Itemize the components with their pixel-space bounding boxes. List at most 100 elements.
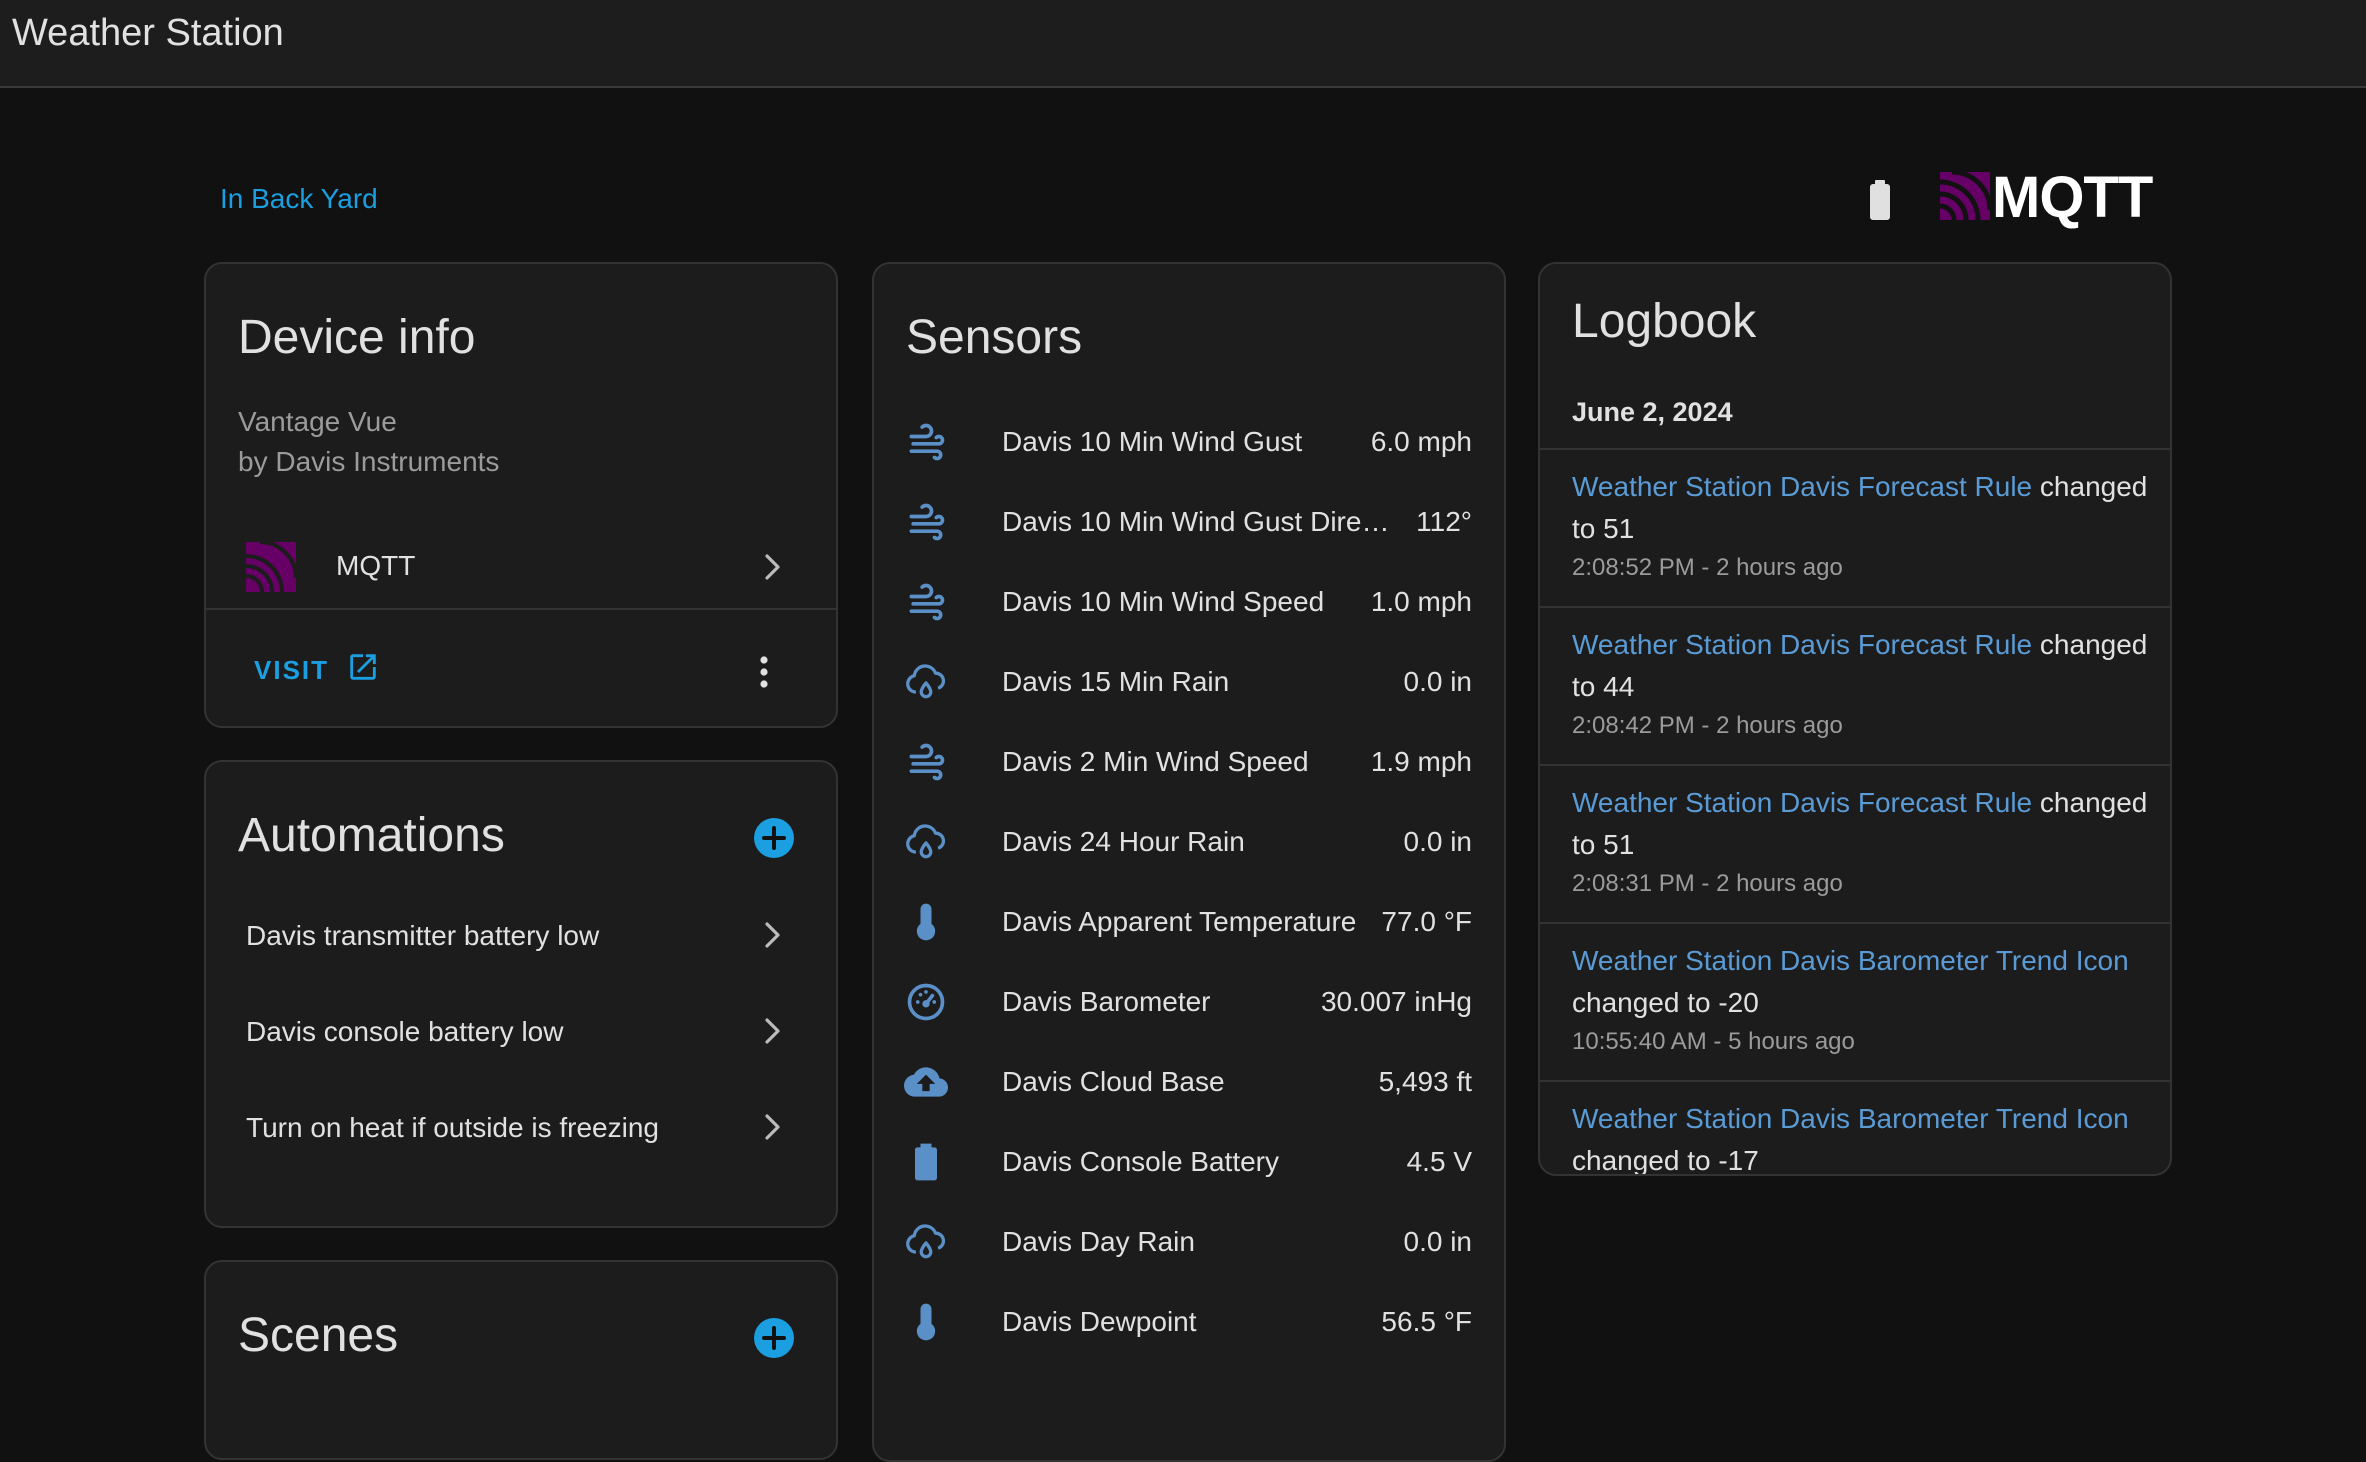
sensor-row[interactable]: Davis Cloud Base 5,493 ft (874, 1042, 1504, 1122)
sensor-value: 4.5 V (1406, 1146, 1472, 1177)
sensors-card: Sensors Davis 10 Min Wind Gust 6.0 mph D… (872, 262, 1506, 1462)
logbook-entry: Weather Station Davis Barometer Trend Ic… (1540, 922, 2170, 1080)
logbook-entity-link[interactable]: Weather Station Davis Barometer Trend Ic… (1572, 1103, 2129, 1134)
logbook-entry: Weather Station Davis Barometer Trend Ic… (1540, 1080, 2170, 1176)
mqtt-logo: MQTT (1940, 165, 2162, 230)
sensor-value: 5,493 ft (1378, 1066, 1472, 1097)
top-app-bar: Weather Station (0, 0, 2366, 88)
sensor-row[interactable]: Davis 2 Min Wind Speed 1.9 mph (874, 722, 1504, 802)
sensor-value: 0.0 in (1403, 826, 1473, 857)
logbook-card: Logbook June 2, 2024 Weather Station Dav… (1538, 262, 2172, 1176)
sensor-row[interactable]: Davis 24 Hour Rain 0.0 in (874, 802, 1504, 882)
rain-icon (904, 820, 948, 864)
open-in-new-icon (350, 654, 376, 680)
chevron-right-icon (762, 552, 784, 582)
wind-icon (904, 500, 948, 544)
sensor-value: 1.0 mph (1370, 586, 1472, 617)
wind-icon (904, 580, 948, 624)
thermometer-icon (904, 900, 948, 944)
sensor-name: Davis Apparent Temperature (1002, 906, 1357, 937)
divider (206, 608, 836, 610)
scenes-title: Scenes (238, 1309, 399, 1362)
mqtt-logo-icon (1940, 170, 1993, 221)
page-title: Weather Station (12, 12, 284, 54)
sensor-value: 0.0 in (1403, 1226, 1473, 1257)
automation-label: Davis console battery low (246, 1016, 564, 1047)
add-scene-button[interactable] (752, 1316, 796, 1360)
logbook-time: 2:08:31 PM - 2 hours ago (1572, 870, 1843, 897)
sensor-value: 56.5 °F (1381, 1306, 1472, 1337)
sensor-name: Davis 2 Min Wind Speed (1002, 746, 1309, 777)
logbook-entity-link[interactable]: Weather Station Davis Forecast Rule (1572, 629, 2032, 660)
logbook-time: 10:55:40 AM - 5 hours ago (1572, 1028, 1855, 1055)
device-info-title: Device info (238, 311, 476, 364)
chevron-right-icon (762, 1016, 784, 1046)
automation-label: Davis transmitter battery low (246, 920, 600, 951)
wind-icon (904, 740, 948, 784)
logbook-entry: Weather Station Davis Forecast Rule chan… (1540, 764, 2170, 922)
sensor-name: Davis 15 Min Rain (1002, 666, 1230, 697)
sensor-row[interactable]: Davis Barometer 30.007 inHg (874, 962, 1504, 1042)
automation-item[interactable]: Davis transmitter battery low (206, 888, 836, 984)
automation-item[interactable]: Davis console battery low (206, 984, 836, 1080)
logbook-entity-link[interactable]: Weather Station Davis Barometer Trend Ic… (1572, 945, 2129, 976)
sensor-name: Davis Day Rain (1002, 1226, 1195, 1257)
wind-icon (904, 420, 948, 464)
device-manufacturer: by Davis Instruments (238, 446, 500, 477)
scenes-card: Scenes (204, 1260, 838, 1460)
mqtt-logo-text: MQTT (1992, 165, 2153, 230)
logbook-time: 2:08:42 PM - 2 hours ago (1572, 712, 1843, 739)
integration-label: MQTT (336, 550, 416, 581)
sensor-name: Davis 10 Min Wind Gust (1002, 426, 1303, 457)
logbook-entity-link[interactable]: Weather Station Davis Forecast Rule (1572, 787, 2032, 818)
sensor-value: 0.0 in (1403, 666, 1473, 697)
sensor-row[interactable]: Davis Console Battery 4.5 V (874, 1122, 1504, 1202)
sensor-name: Davis 10 Min Wind Gust Direc... (1002, 506, 1396, 537)
device-info-card: Device info Vantage Vue by Davis Instrum… (204, 262, 838, 728)
sensor-name: Davis Dewpoint (1002, 1306, 1197, 1337)
sensors-title: Sensors (906, 311, 1083, 364)
sensor-value: 30.007 inHg (1320, 986, 1472, 1017)
logbook-entry: Weather Station Davis Forecast Rule chan… (1540, 448, 2170, 606)
sensor-value: 112° (1416, 506, 1472, 537)
gauge-icon (904, 980, 948, 1024)
automation-item[interactable]: Turn on heat if outside is freezing (206, 1080, 836, 1176)
more-options-icon[interactable] (744, 652, 784, 692)
logbook-entry: Weather Station Davis Forecast Rule chan… (1540, 606, 2170, 764)
sensor-row[interactable]: Davis 10 Min Wind Gust 6.0 mph (874, 402, 1504, 482)
chevron-right-icon (762, 920, 784, 950)
cloud-upload-icon (904, 1060, 948, 1104)
sensor-row[interactable]: Davis 10 Min Wind Speed 1.0 mph (874, 562, 1504, 642)
visit-label: VISIT (254, 655, 330, 685)
logbook-entity-link[interactable]: Weather Station Davis Forecast Rule (1572, 471, 2032, 502)
sensor-row[interactable]: Davis 15 Min Rain 0.0 in (874, 642, 1504, 722)
sensor-name: Davis Console Battery (1002, 1146, 1280, 1177)
device-model: Vantage Vue (238, 406, 397, 437)
logbook-message: changed to -20 (1572, 987, 1759, 1018)
sensor-name: Davis 10 Min Wind Speed (1002, 586, 1325, 617)
logbook-entry-text: Weather Station Davis Forecast Rule chan… (1572, 466, 2152, 550)
sensor-row[interactable]: Davis 10 Min Wind Gust Direc... 112° (874, 482, 1504, 562)
sensor-name: Davis Cloud Base (1002, 1066, 1225, 1097)
logbook-time: 2:08:52 PM - 2 hours ago (1572, 554, 1843, 581)
logbook-message: changed to -17 (1572, 1145, 1759, 1176)
mqtt-icon (246, 542, 296, 592)
automations-title: Automations (238, 809, 505, 862)
automation-label: Turn on heat if outside is freezing (246, 1112, 659, 1143)
logbook-entry-text: Weather Station Davis Forecast Rule chan… (1572, 782, 2152, 866)
sensor-row[interactable]: Davis Apparent Temperature 77.0 °F (874, 882, 1504, 962)
rain-icon (904, 1220, 948, 1264)
chevron-right-icon (762, 1112, 784, 1142)
sensor-value: 1.9 mph (1370, 746, 1472, 777)
sensor-value: 6.0 mph (1370, 426, 1472, 457)
logbook-entry-text: Weather Station Davis Barometer Trend Ic… (1572, 940, 2152, 1024)
sensor-name: Davis 24 Hour Rain (1002, 826, 1245, 857)
integration-row-mqtt[interactable]: MQTT (206, 520, 836, 616)
battery-icon (1870, 180, 1890, 220)
area-link[interactable]: In Back Yard (220, 181, 378, 217)
logbook-entry-text: Weather Station Davis Forecast Rule chan… (1572, 624, 2152, 708)
sensor-row[interactable]: Davis Day Rain 0.0 in (874, 1202, 1504, 1282)
sensor-row[interactable]: Davis Dewpoint 56.5 °F (874, 1282, 1504, 1362)
add-automation-button[interactable] (752, 816, 796, 860)
rain-icon (904, 660, 948, 704)
